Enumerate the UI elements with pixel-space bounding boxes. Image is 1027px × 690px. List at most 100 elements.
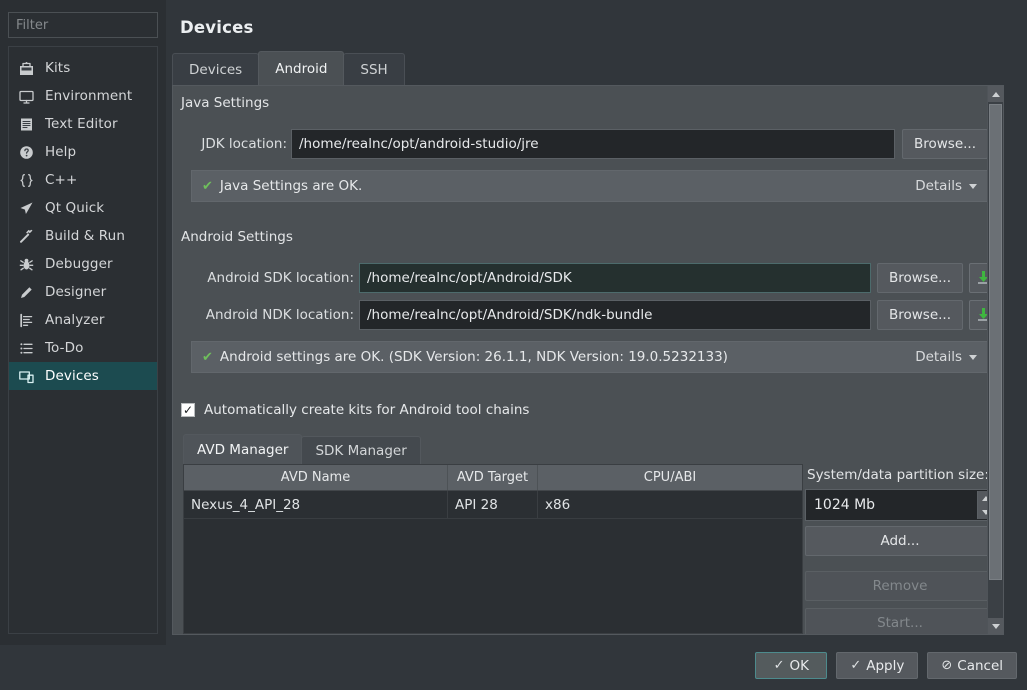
tab-devices[interactable]: Devices — [172, 53, 260, 85]
avd-table-body: Nexus_4_API_28 API 28 x86 — [184, 491, 802, 519]
java-details-button[interactable]: Details — [915, 178, 977, 194]
sidebar-item-label: Analyzer — [45, 312, 105, 328]
android-status-text: Android settings are OK. (SDK Version: 2… — [219, 349, 728, 365]
sidebar-item-label: Help — [45, 144, 77, 160]
android-ndk-browse-button[interactable]: Browse... — [877, 300, 963, 330]
sidebar-item-label: C++ — [45, 172, 78, 188]
analyzer-icon — [19, 313, 32, 327]
devices-icon — [18, 370, 34, 383]
sidebar-item-label: Build & Run — [45, 228, 125, 244]
tab-avd-manager[interactable]: AVD Manager — [183, 434, 303, 464]
pencil-icon — [17, 283, 35, 301]
android-sdk-location-input[interactable]: /home/realnc/opt/Android/SDK — [359, 263, 871, 293]
settings-dialog: Kits Environment Text Editor Help C++ Qt Quic… — [0, 0, 1027, 690]
chevron-down-icon — [969, 354, 977, 360]
bug-icon — [19, 258, 33, 270]
table-row[interactable]: Nexus_4_API_28 API 28 x86 — [184, 491, 802, 519]
auto-create-kits-row[interactable]: ✓ Automatically create kits for Android … — [181, 402, 529, 418]
monitor-icon — [17, 87, 35, 105]
hammer-icon — [17, 227, 35, 245]
sidebar-item-debugger[interactable]: Debugger — [9, 250, 157, 278]
vertical-scrollbar[interactable] — [987, 86, 1003, 634]
sidebar-item-build-run[interactable]: Build & Run — [9, 222, 157, 250]
filter-input[interactable] — [8, 12, 158, 38]
sidebar-item-text-editor[interactable]: Text Editor — [9, 110, 157, 138]
kits-icon — [19, 61, 33, 75]
java-status-bar: ✔ Java Settings are OK. Details — [191, 170, 987, 202]
scroll-down-button[interactable] — [988, 618, 1003, 634]
java-details-label: Details — [915, 178, 962, 194]
avd-column-header[interactable]: AVD Name — [184, 465, 448, 490]
sidebar-item-qt-quick[interactable]: Qt Quick — [9, 194, 157, 222]
spin-up-icon[interactable] — [978, 491, 987, 505]
page-title: Devices — [180, 18, 254, 37]
android-status-bar: ✔ Android settings are OK. (SDK Version:… — [191, 341, 987, 373]
sidebar-item-to-do[interactable]: To-Do — [9, 334, 157, 362]
avd-table-header: AVD Name AVD Target CPU/ABI — [184, 465, 802, 491]
list-icon — [19, 342, 33, 354]
sidebar-item-analyzer[interactable]: Analyzer — [9, 306, 157, 334]
sidebar-item-help[interactable]: Help — [9, 138, 157, 166]
partition-size-spin-buttons[interactable] — [977, 491, 987, 519]
android-details-label: Details — [915, 349, 962, 365]
braces-icon — [19, 173, 33, 187]
scroll-up-button[interactable] — [988, 86, 1003, 102]
avd-add-button[interactable]: Add... — [805, 526, 987, 556]
spin-down-icon[interactable] — [978, 505, 987, 519]
avd-cell-target: API 28 — [448, 491, 538, 518]
download-icon — [977, 271, 987, 284]
cancel-button-label: Cancel — [957, 657, 1003, 674]
partition-size-label: System/data partition size: — [807, 467, 987, 483]
partition-size-value: 1024 Mb — [814, 497, 876, 513]
tab-ssh[interactable]: SSH — [343, 53, 405, 85]
sidebar-item-designer[interactable]: Designer — [9, 278, 157, 306]
scroll-viewport: Java Settings JDK location: /home/realnc… — [173, 86, 987, 634]
content-panel: Devices Devices Android SSH Java Settings … — [166, 0, 1027, 645]
ok-button-label: OK — [789, 657, 810, 674]
document-icon — [20, 118, 32, 130]
analyzer-icon — [17, 311, 35, 329]
sidebar-item-kits[interactable]: Kits — [9, 54, 157, 82]
sidebar: Kits Environment Text Editor Help C++ Qt Quic… — [0, 0, 166, 645]
android-ndk-download-button[interactable] — [969, 300, 987, 330]
android-ndk-location-input[interactable]: /home/realnc/opt/Android/SDK/ndk-bundle — [359, 300, 871, 330]
android-sdk-download-button[interactable] — [969, 263, 987, 293]
devices-icon — [17, 367, 35, 385]
no-entry-icon: ⊘ — [941, 658, 953, 673]
download-icon — [977, 308, 987, 321]
jdk-location-label: JDK location: — [201, 136, 287, 152]
sidebar-item-label: Environment — [45, 88, 133, 104]
apply-button[interactable]: ✓ Apply — [836, 652, 919, 679]
sidebar-item-label: To-Do — [45, 340, 84, 356]
auto-create-kits-label: Automatically create kits for Android to… — [204, 402, 530, 418]
android-sdk-browse-button[interactable]: Browse... — [877, 263, 963, 293]
jdk-browse-button[interactable]: Browse... — [902, 129, 987, 159]
sidebar-item-c[interactable]: C++ — [9, 166, 157, 194]
jdk-location-input[interactable]: /home/realnc/opt/android-studio/jre — [291, 129, 895, 159]
auto-create-kits-checkbox[interactable]: ✓ — [181, 403, 195, 417]
sidebar-item-environment[interactable]: Environment — [9, 82, 157, 110]
partition-size-stepper[interactable]: 1024 Mb — [805, 489, 987, 521]
sidebar-item-label: Text Editor — [45, 116, 118, 132]
avd-column-header[interactable]: AVD Target — [448, 465, 538, 490]
hammer-icon — [19, 229, 32, 243]
check-icon: ✓ — [773, 658, 785, 673]
avd-table[interactable]: AVD Name AVD Target CPU/ABI Nexus_4_API_28… — [183, 464, 803, 634]
filter-field-wrap — [8, 12, 158, 38]
sidebar-item-devices[interactable]: Devices — [9, 362, 157, 390]
sidebar-item-label: Kits — [45, 60, 71, 76]
braces-icon — [17, 171, 35, 189]
tab-sdk-manager[interactable]: SDK Manager — [301, 436, 421, 464]
ok-button[interactable]: ✓ OK — [755, 652, 828, 679]
kits-icon — [17, 59, 35, 77]
avd-cell-name: Nexus_4_API_28 — [184, 491, 448, 518]
apply-button-label: Apply — [866, 657, 905, 674]
scrollbar-thumb[interactable] — [989, 104, 1002, 580]
android-tab-pane: Java Settings JDK location: /home/realnc… — [172, 85, 1004, 635]
list-icon — [17, 339, 35, 357]
cancel-button[interactable]: ⊘ Cancel — [927, 652, 1017, 679]
android-ndk-location-label: Android NDK location: — [205, 307, 354, 323]
avd-column-header[interactable]: CPU/ABI — [538, 465, 802, 490]
android-details-button[interactable]: Details — [915, 349, 977, 365]
tab-android[interactable]: Android — [258, 51, 345, 85]
